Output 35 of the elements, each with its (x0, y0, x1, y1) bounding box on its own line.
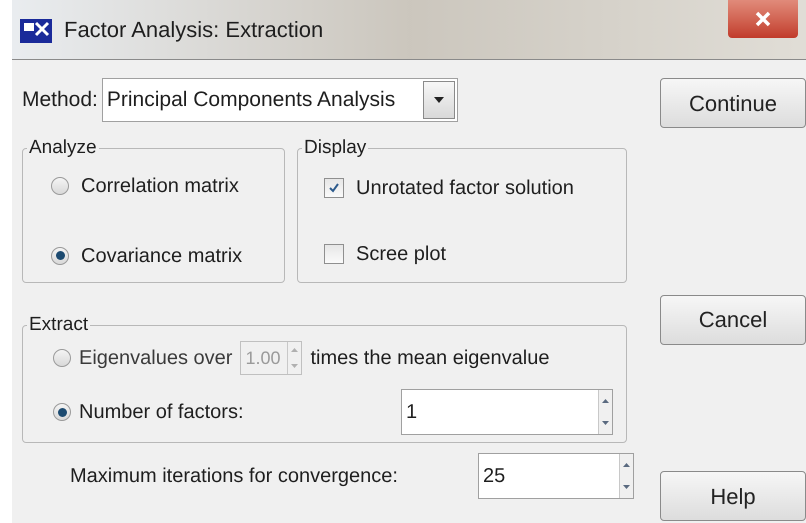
cancel-button[interactable]: Cancel (660, 294, 806, 344)
radio-label: Correlation matrix (81, 174, 239, 198)
up-arrow-icon (623, 463, 630, 467)
radio-label: Eigenvalues over (79, 346, 232, 371)
factors-spin-field[interactable]: 1 (401, 389, 613, 435)
radio-button[interactable] (53, 403, 71, 421)
method-dropdown[interactable]: Principal Components Analysis (102, 78, 458, 122)
checkbox[interactable] (324, 178, 344, 198)
group-title: Display (302, 136, 368, 160)
close-icon (755, 11, 771, 27)
down-arrow-icon (623, 485, 630, 489)
group-title: Analyze (27, 136, 99, 160)
radio-label: Covariance matrix (81, 244, 242, 268)
close-button[interactable] (728, 0, 798, 38)
spin-buttons[interactable] (598, 390, 612, 434)
checkbox-label: Scree plot (356, 242, 446, 266)
method-label: Method: (22, 87, 98, 114)
iterations-label: Maximum iterations for convergence: (70, 464, 399, 489)
checkbox-label: Unrotated factor solution (356, 176, 574, 200)
up-arrow-icon (602, 399, 609, 403)
window-title: Factor Analysis: Extraction (64, 16, 324, 44)
down-arrow-icon (291, 364, 298, 368)
eigenvalue-suffix: times the mean eigenvalue (310, 346, 550, 371)
up-arrow-icon (291, 348, 298, 352)
spin-buttons[interactable] (619, 454, 633, 498)
continue-button[interactable]: Continue (660, 78, 806, 128)
radio-button[interactable] (51, 176, 69, 194)
check-icon (328, 182, 340, 194)
down-arrow-icon (602, 421, 609, 425)
dropdown-arrow-icon (434, 97, 444, 103)
radio-label: Number of factors: (79, 400, 245, 425)
checkbox[interactable] (324, 244, 344, 264)
help-button[interactable]: Help (660, 471, 806, 521)
iterations-spin-field[interactable]: 25 (478, 453, 634, 499)
radio-button[interactable] (51, 246, 69, 264)
